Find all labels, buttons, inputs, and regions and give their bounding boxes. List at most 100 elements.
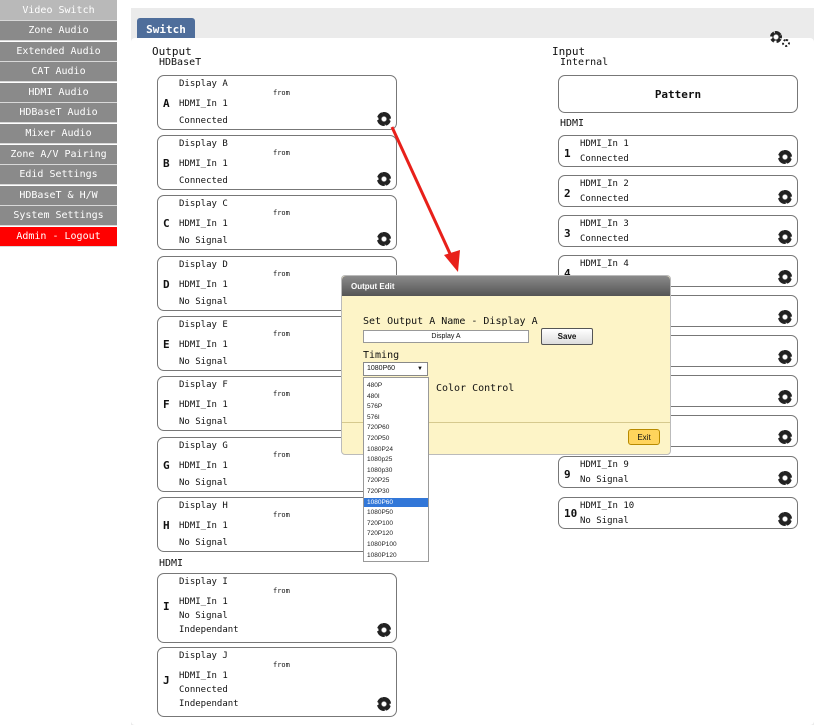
gear-icon[interactable] [778, 270, 792, 284]
output-display-name: Display F [179, 380, 228, 390]
gear-icon[interactable] [778, 190, 792, 204]
from-label: from [273, 451, 290, 459]
from-label: from [273, 209, 290, 217]
output-source: HDMI_In 1 [179, 671, 228, 681]
pattern-input-card[interactable]: Pattern [558, 75, 798, 113]
sidebar-item-hdbaset-h-w[interactable]: HDBaseT & H/W [0, 185, 117, 206]
from-label: from [273, 270, 290, 278]
sidebar-item-zone-audio[interactable]: Zone Audio [0, 21, 117, 41]
timing-option[interactable]: 1080P24 [364, 445, 428, 454]
output-letter: D [163, 278, 170, 291]
gear-icon[interactable] [778, 471, 792, 485]
timing-option[interactable]: 1080P120 [364, 551, 428, 560]
timing-option[interactable]: 720P30 [364, 487, 428, 496]
sidebar-item-system-settings[interactable]: System Settings [0, 206, 117, 227]
exit-button[interactable]: Exit [628, 429, 660, 445]
input-number: 2 [564, 187, 571, 200]
pattern-label: Pattern [654, 87, 702, 101]
output-status: No Signal [179, 236, 228, 246]
gear-icon[interactable] [377, 697, 391, 711]
gear-icon[interactable] [778, 512, 792, 526]
timing-option[interactable]: 576P [364, 402, 428, 411]
output-card-j[interactable]: J Display J from HDMI_In 1 Connected Independ… [157, 647, 397, 717]
output-card-a[interactable]: A Display A from HDMI_In 1 Connected [157, 75, 397, 130]
output-card-b[interactable]: B Display B from HDMI_In 1 Connected [157, 135, 397, 190]
gear-icon[interactable] [377, 232, 391, 246]
gear-icon[interactable] [778, 350, 792, 364]
timing-option[interactable]: 1080P100 [364, 540, 428, 549]
gear-icon[interactable] [778, 150, 792, 164]
timing-option[interactable]: 576I [364, 413, 428, 422]
input-card-1[interactable]: 1 HDMI_In 1 Connected [558, 135, 798, 167]
output-source: HDMI_In 1 [179, 400, 228, 410]
gear-icon[interactable] [377, 112, 391, 126]
output-card-c[interactable]: C Display C from HDMI_In 1 No Signal [157, 195, 397, 250]
output-letter: H [163, 519, 170, 532]
output-display-name: Display E [179, 320, 228, 330]
input-card-3[interactable]: 3 HDMI_In 3 Connected [558, 215, 798, 247]
output-card-h[interactable]: H Display H from HDMI_In 1 No Signal [157, 497, 397, 552]
from-label: from [273, 89, 290, 97]
sidebar-item-edid-settings[interactable]: Edid Settings [0, 165, 117, 186]
input-status: Connected [580, 194, 629, 204]
output-source: HDMI_In 1 [179, 340, 228, 350]
gear-icon[interactable] [377, 623, 391, 637]
input-status: No Signal [580, 516, 629, 526]
output-name-input[interactable]: Display A [363, 330, 529, 343]
save-button[interactable]: Save [541, 328, 593, 345]
sidebar-item-mixer-audio[interactable]: Mixer Audio [0, 124, 117, 144]
output-source: HDMI_In 1 [179, 461, 228, 471]
gear-icon[interactable] [778, 230, 792, 244]
output-status: No Signal [179, 478, 228, 488]
input-name: HDMI_In 10 [580, 501, 635, 511]
gear-icon[interactable] [377, 172, 391, 186]
input-name: HDMI_In 2 [580, 179, 629, 189]
sidebar-item-extended-audio[interactable]: Extended Audio [0, 41, 117, 62]
timing-option[interactable]: 720P25 [364, 476, 428, 485]
output-status: Connected [179, 116, 228, 126]
gear-icon[interactable] [778, 310, 792, 324]
tab-switch[interactable]: Switch [137, 18, 195, 40]
input-number: 9 [564, 468, 571, 481]
timing-select[interactable]: 1080P60 ▼ [363, 362, 428, 376]
timing-option[interactable]: 1080P60 [364, 497, 428, 507]
from-label: from [273, 330, 290, 338]
timing-option[interactable]: 480I [364, 392, 428, 401]
hdbaset-group-label: HDBaseT [159, 57, 202, 68]
input-name: HDMI_In 4 [580, 259, 629, 269]
sidebar-item-hdbaset-audio[interactable]: HDBaseT Audio [0, 103, 117, 124]
sidebar-item-hdmi-audio[interactable]: HDMI Audio [0, 82, 117, 103]
output-status: No Signal [179, 538, 228, 548]
timing-label: Timing [363, 350, 400, 361]
timing-option[interactable]: 720P60 [364, 423, 428, 432]
from-label: from [273, 149, 290, 157]
gear-icon[interactable] [778, 390, 792, 404]
from-label: from [273, 587, 290, 595]
timing-option[interactable]: 480P [364, 381, 428, 390]
output-letter: B [163, 157, 170, 170]
timing-option[interactable]: 1080p25 [364, 455, 428, 464]
timing-option[interactable]: 720P50 [364, 434, 428, 443]
color-control-label: Color Control [436, 383, 515, 394]
sidebar-item-admin-logout[interactable]: Admin - Logout [0, 227, 117, 247]
timing-option[interactable]: 1080p30 [364, 466, 428, 475]
timing-option[interactable]: 720P120 [364, 529, 428, 538]
output-card-i[interactable]: I Display I from HDMI_In 1 No Signal Independ… [157, 573, 397, 643]
output-status: Connected [179, 685, 228, 695]
sidebar-item-zone-a-v-pairing[interactable]: Zone A/V Pairing [0, 144, 117, 165]
input-card-2[interactable]: 2 HDMI_In 2 Connected [558, 175, 798, 207]
sidebar-item-video-switch[interactable]: Video Switch [0, 0, 117, 21]
output-display-name: Display B [179, 139, 228, 149]
sidebar-item-cat-audio[interactable]: CAT Audio [0, 62, 117, 83]
output-display-name: Display A [179, 79, 228, 89]
settings-gears-icon[interactable] [770, 31, 794, 49]
input-card-10[interactable]: 10 HDMI_In 10 No Signal [558, 497, 798, 529]
gear-icon[interactable] [778, 430, 792, 444]
input-card-9[interactable]: 9 HDMI_In 9 No Signal [558, 456, 798, 488]
output-status: No Signal [179, 417, 228, 427]
output-status: No Signal [179, 611, 228, 621]
timing-option[interactable]: 1080P50 [364, 508, 428, 517]
timing-option[interactable]: 720P100 [364, 519, 428, 528]
input-name: HDMI_In 1 [580, 139, 629, 149]
input-status: No Signal [580, 475, 629, 485]
